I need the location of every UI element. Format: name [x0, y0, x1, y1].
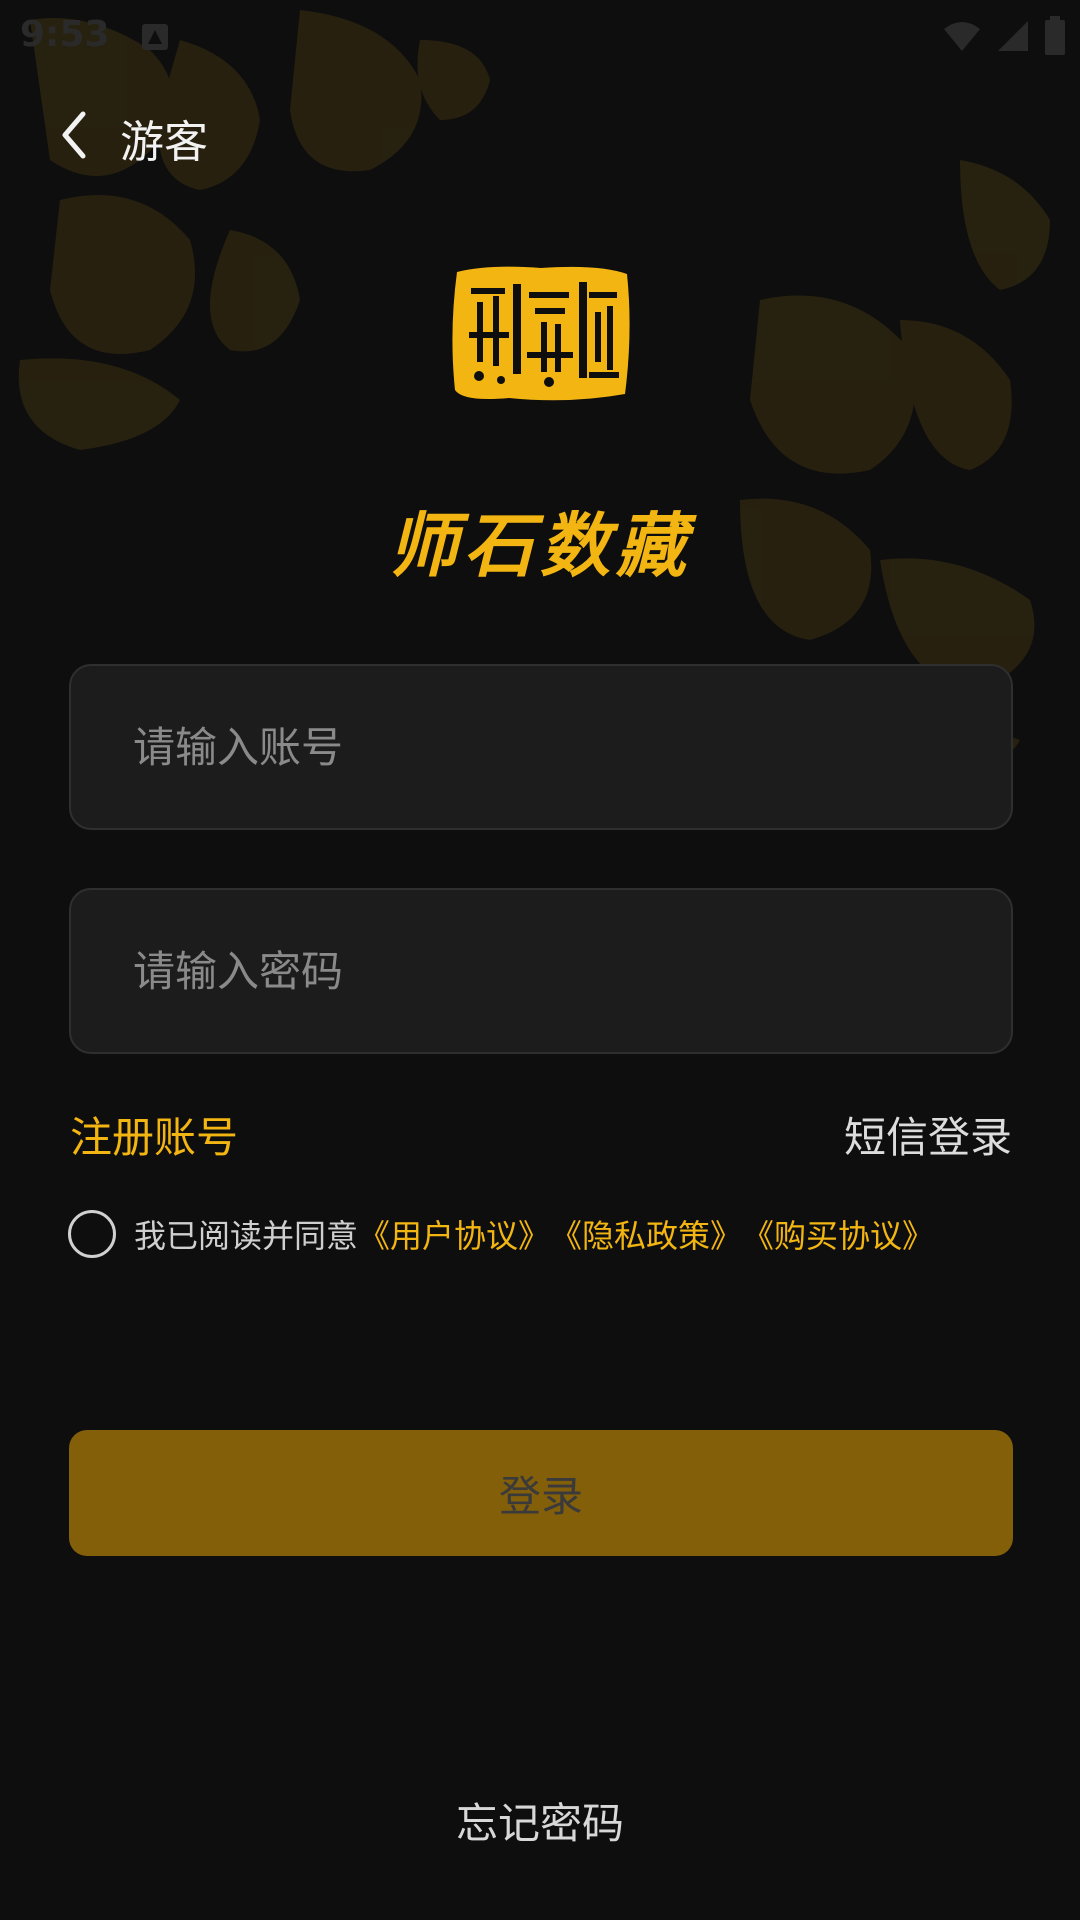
- privacy-policy-link[interactable]: 《隐私政策》: [550, 1211, 742, 1257]
- back-button[interactable]: [44, 102, 104, 168]
- wifi-icon: [944, 22, 980, 51]
- header-title: 游客: [120, 117, 208, 168]
- forgot-password-link[interactable]: 忘记密码: [0, 1790, 1080, 1851]
- brand-name: 师石数藏: [388, 504, 692, 587]
- chevron-left-icon: [62, 111, 86, 159]
- agreement-prefix: 我已阅读并同意: [134, 1217, 359, 1255]
- brand-seal-logo: [452, 266, 630, 401]
- notification-icon: [142, 24, 168, 50]
- signal-icon: [998, 21, 1028, 51]
- agreement-checkbox[interactable]: [68, 1210, 116, 1258]
- register-link[interactable]: 注册账号: [70, 1104, 238, 1165]
- battery-icon: [1045, 16, 1065, 55]
- login-button[interactable]: 登录: [69, 1430, 1013, 1556]
- login-screen: 9:53 游客 师石数藏 请输入账号 注册账号 短信登录 我已阅读并同意 《用户…: [0, 0, 1080, 1920]
- password-input[interactable]: [71, 890, 1011, 1052]
- account-input[interactable]: [71, 666, 1011, 828]
- purchase-agreement-link[interactable]: 《购买协议》: [742, 1211, 934, 1257]
- app-header: 游客: [0, 96, 1080, 176]
- sms-login-link[interactable]: 短信登录: [844, 1104, 1012, 1165]
- password-field: [69, 888, 1013, 1054]
- login-button-label: 登录: [498, 1471, 583, 1521]
- status-bar: 9:53: [0, 0, 1080, 76]
- status-time: 9:53: [20, 14, 110, 55]
- agreement-row: 我已阅读并同意 《用户协议》 《隐私政策》 《购买协议》: [68, 1210, 934, 1258]
- account-field: [69, 664, 1013, 830]
- status-icons: [942, 16, 1066, 56]
- user-agreement-link[interactable]: 《用户协议》: [358, 1211, 550, 1257]
